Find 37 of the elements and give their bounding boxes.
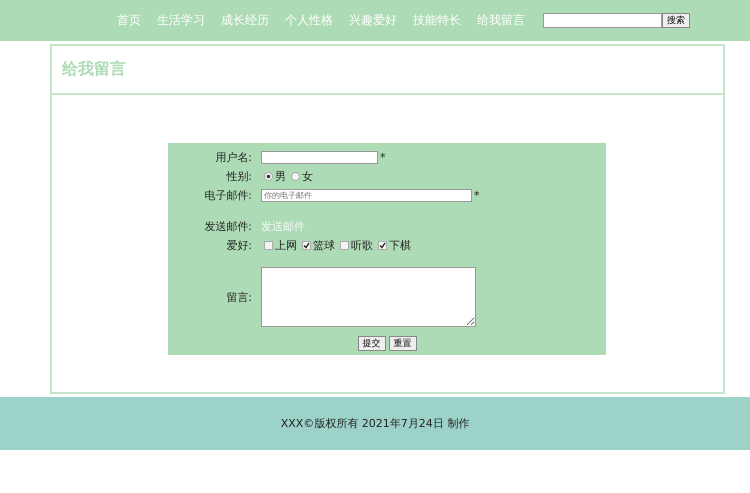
nav-link[interactable]: 首页 [117, 12, 141, 29]
nav-link[interactable]: 生活学习 [157, 12, 205, 29]
checkbox[interactable] [302, 241, 311, 250]
option-label: 篮球 [313, 238, 335, 253]
radio-button[interactable] [264, 172, 273, 181]
checkbox[interactable] [378, 241, 387, 250]
required-mark: * [474, 189, 480, 202]
nav-link[interactable]: 兴趣爱好 [349, 12, 397, 29]
input-field[interactable]: 你的电子邮件 [261, 189, 472, 202]
radio-button[interactable] [291, 172, 300, 181]
field-label: 发送邮件: [203, 219, 253, 234]
required-mark: * [380, 151, 386, 164]
message-textarea[interactable] [261, 267, 476, 327]
copyright-text: XXX©版权所有 2021年7月24日 制作 [280, 416, 470, 431]
form-button[interactable]: 重置 [388, 336, 416, 351]
nav-link[interactable]: 技能特长 [413, 12, 461, 29]
nav-link[interactable]: 个人性格 [285, 12, 333, 29]
field-label: 留言: [225, 290, 253, 304]
option-label: 上网 [275, 238, 297, 253]
checkbox[interactable] [264, 241, 273, 250]
option-label: 男 [275, 169, 286, 184]
field-label: 爱好: [225, 238, 253, 253]
field-label: 电子邮件: [203, 188, 253, 203]
email-link[interactable]: 发送邮件 [261, 219, 305, 234]
field-label: 用户名: [214, 150, 253, 165]
option-label: 听歌 [351, 238, 373, 253]
nav-link[interactable]: 给我留言 [477, 12, 525, 29]
search-field[interactable] [543, 13, 662, 28]
search-button[interactable]: 搜索 [662, 13, 690, 28]
option-label: 下棋 [389, 238, 411, 253]
field-label: 性别: [225, 169, 253, 184]
nav-link[interactable]: 成长经历 [221, 12, 269, 29]
option-label: 女 [302, 169, 313, 184]
page-title: 给我留言 [62, 59, 126, 80]
form-button[interactable]: 提交 [358, 336, 386, 351]
checkbox[interactable] [340, 241, 349, 250]
input-field[interactable] [261, 151, 378, 164]
